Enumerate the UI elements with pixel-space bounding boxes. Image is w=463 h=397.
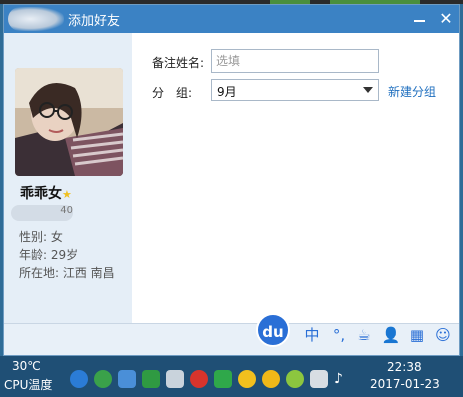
app-logo-icon [8, 7, 64, 31]
browser-icon[interactable] [94, 370, 112, 388]
network-icon[interactable] [310, 370, 328, 388]
package-icon[interactable] [118, 370, 136, 388]
qq-icon[interactable] [238, 370, 256, 388]
nickname: 乖乖女★ [20, 183, 72, 203]
cpu-temperature: 30℃ [12, 359, 41, 373]
tool-icon[interactable] [166, 370, 184, 388]
ime-skin-icon[interactable]: ☕ [354, 325, 374, 345]
volume-icon[interactable]: ♪ [334, 370, 352, 388]
remark-name-input[interactable] [211, 49, 379, 73]
ime-chinese-mode-icon[interactable]: 中 [302, 325, 322, 345]
minimize-button[interactable] [410, 9, 430, 29]
new-group-link[interactable]: 新建分组 [388, 83, 436, 100]
ime-toolbox-icon[interactable]: ▦ [407, 325, 427, 345]
clock-date[interactable]: 2017-01-23 [370, 377, 440, 391]
nickname-text: 乖乖女 [20, 186, 62, 202]
avatar-photo-icon [15, 68, 123, 176]
group-select[interactable]: 9月 [211, 79, 379, 101]
gender-text: 性别: 女 [19, 230, 63, 244]
star-icon: ★ [62, 188, 72, 201]
ime-punctuation-icon[interactable]: °, [329, 325, 349, 345]
account-id-suffix: 40 [60, 205, 73, 216]
avatar [15, 68, 123, 176]
group-label: 分 组: [152, 86, 193, 100]
age-text: 年龄: 29岁 [19, 248, 79, 262]
account-id-blurred: 40 [11, 205, 73, 221]
ime-emoji-icon[interactable]: ☺ [433, 325, 453, 345]
cpu-temperature-label: CPU温度 [4, 378, 53, 392]
location-text: 所在地: 江西 南昌 [19, 266, 115, 280]
media-player-icon[interactable] [70, 370, 88, 388]
profile-panel: 乖乖女★ 40 性别: 女 年龄: 29岁 所在地: 江西 南昌 [4, 33, 132, 323]
title-bar[interactable]: 添加好友 ✕ [4, 5, 459, 33]
remark-name-label: 备注姓名: [152, 56, 205, 70]
game-icon[interactable] [286, 370, 304, 388]
close-button[interactable]: ✕ [436, 9, 456, 29]
dropdown-arrow-icon [363, 87, 373, 93]
shield-icon[interactable] [142, 370, 160, 388]
window-title: 添加好友 [68, 14, 121, 29]
ime-logo-button[interactable]: du [256, 313, 290, 347]
ime-user-icon[interactable]: 👤 [381, 325, 401, 345]
clock-time[interactable]: 22:38 [387, 360, 422, 374]
group-select-value: 9月 [217, 85, 237, 99]
add-friend-window: 添加好友 ✕ 乖乖女★ 40 性别: 女 年龄: 29岁 所在地: 江西 南昌 … [3, 4, 460, 356]
qq2-icon[interactable] [262, 370, 280, 388]
check-icon[interactable] [214, 370, 232, 388]
weibo-icon[interactable] [190, 370, 208, 388]
